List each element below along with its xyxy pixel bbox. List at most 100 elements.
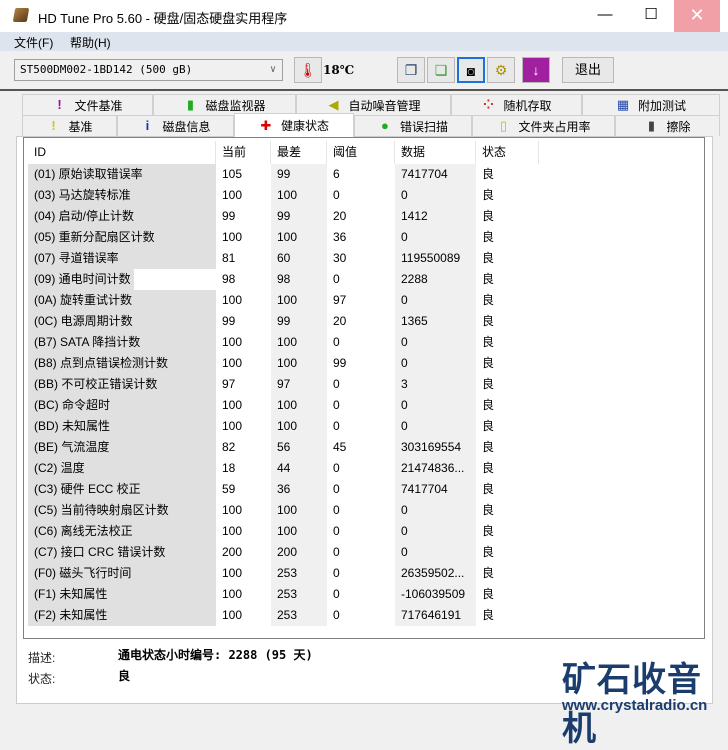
maximize-button[interactable]: ☐ [628,0,674,32]
thermometer-button[interactable]: 🌡 [294,57,322,83]
close-button[interactable]: ✕ [674,0,720,32]
app-icon [12,8,30,22]
trash-icon: ▮ [647,118,656,133]
table-row[interactable]: (BE) 气流温度 82 56 45 303169554 良 [24,437,704,458]
speaker-icon: ◀ [328,97,339,112]
tab-red-cross[interactable]: ✚ 健康状态 [234,113,354,137]
cell-threshold: 99 [333,356,347,370]
copy-text-button[interactable]: ❐ [397,57,425,83]
cell-status: 良 [482,167,495,181]
table-row[interactable]: (03) 马达旋转标准 100 100 0 0 良 [24,185,704,206]
table-row[interactable]: (C3) 硬件 ECC 校正 59 36 0 7417704 良 [24,479,704,500]
cell-current: 100 [222,230,243,244]
cell-current: 100 [222,608,243,622]
tab-folder[interactable]: ▯ 文件夹占用率 [472,115,615,136]
cell-current: 100 [222,503,243,517]
column-header[interactable]: 状态 [476,141,539,164]
cell-current: 98 [222,272,236,286]
cell-current: 82 [222,440,236,454]
cell-threshold: 97 [333,293,347,307]
table-row[interactable]: (0A) 旋转重试计数 100 100 97 0 良 [24,290,704,311]
cell-threshold: 30 [333,251,347,265]
table-row[interactable]: (F2) 未知属性 100 253 0 717646191 良 [24,605,704,626]
tab-trash[interactable]: ▮ 擦除 [615,115,720,136]
save-button[interactable]: ↓ [522,57,550,83]
options-button[interactable]: ⚙ [487,57,515,83]
tab-disk-monitor[interactable]: ▮ 磁盘监视器 [153,94,296,115]
tab-label: 磁盘监视器 [205,98,266,113]
drive-select[interactable]: ST500DM002-1BD142 (500 gB) ∨ [14,59,283,81]
column-header[interactable]: 当前 [216,141,271,164]
cell-status: 良 [482,482,495,496]
menu-file[interactable]: 文件(F) [14,34,53,51]
cell-worst: 99 [271,206,327,227]
cell-data: 0 [395,500,476,521]
cell-status: 良 [482,377,495,391]
table-row[interactable]: (C7) 接口 CRC 错误计数 200 200 0 0 良 [24,542,704,563]
cell-current: 100 [222,398,243,412]
tab-magnifier[interactable]: ● 错误扫描 [354,115,472,136]
cell-current: 100 [222,524,243,538]
cell-threshold: 0 [333,545,340,559]
table-row[interactable]: (04) 启动/停止计数 99 99 20 1412 良 [24,206,704,227]
table-row[interactable]: (C2) 温度 18 44 0 21474836... 良 [24,458,704,479]
cell-threshold: 0 [333,482,340,496]
column-header[interactable]: 阈值 [327,141,395,164]
table-row[interactable]: (01) 原始读取错误率 105 99 6 7417704 良 [24,164,704,185]
smart-table: ID 当前 最差 阈值 数据 状态 (01) 原始读取错误率 105 99 6 7417704 良 (0… [23,137,705,639]
cell-worst: 100 [271,227,327,248]
cell-id: (C3) 硬件 ECC 校正 [28,479,216,500]
cell-status: 良 [482,209,495,223]
tab-speaker[interactable]: ◀ 自动噪音管理 [296,94,451,115]
cell-status: 良 [482,356,495,370]
table-row[interactable]: (BB) 不可校正错误计数 97 97 0 3 良 [24,374,704,395]
tab-info[interactable]: i 磁盘信息 [117,115,234,136]
cell-threshold: 0 [333,335,340,349]
tab-row-top: ! 文件基准 ▮ 磁盘监视器 ◀ 自动噪音管理 ⁘ 随机存取 ▦ 附加测试 [22,94,720,115]
table-row[interactable]: (07) 寻道错误率 81 60 30 119550089 良 [24,248,704,269]
table-row[interactable]: (B7) SATA 降挡计数 100 100 0 0 良 [24,332,704,353]
minimize-button[interactable]: — [582,0,628,32]
cell-status: 良 [482,272,495,286]
table-row[interactable]: (0C) 电源周期计数 99 99 20 1365 良 [24,311,704,332]
exclamation-icon: ! [51,118,56,133]
exit-button[interactable]: 退出 [562,57,614,83]
cell-current: 99 [222,209,236,223]
menu-help[interactable]: 帮助(H) [70,34,111,51]
tab-label: 基准 [68,119,93,134]
cell-status: 良 [482,293,495,307]
table-row[interactable]: (09) 通电时间计数 98 98 0 2288 良 [24,269,704,290]
column-header[interactable]: ID [28,141,216,164]
cell-data: 0 [395,332,476,353]
status-value: 良 [118,669,131,683]
table-row[interactable]: (B8) 点到点错误检测计数 100 100 99 0 良 [24,353,704,374]
table-row[interactable]: (C5) 当前待映射扇区计数 100 100 0 0 良 [24,500,704,521]
tab-label: 文件基准 [74,98,123,113]
screenshot-button[interactable]: ◙ [457,57,485,83]
extra-tests-icon: ▦ [616,97,630,112]
table-row[interactable]: (C6) 离线无法校正 100 100 0 0 良 [24,521,704,542]
cell-data: 0 [395,290,476,311]
window-title: HD Tune Pro 5.60 - 硬盘/固态硬盘实用程序 [38,11,288,26]
table-row[interactable]: (F1) 未知属性 100 253 0 -106039509 良 [24,584,704,605]
table-row[interactable]: (05) 重新分配扇区计数 100 100 36 0 良 [24,227,704,248]
cell-worst: 97 [271,374,327,395]
tab-exclamation[interactable]: ! 基准 [22,115,117,136]
tab-extra-tests[interactable]: ▦ 附加测试 [582,94,720,115]
table-row[interactable]: (F0) 磁头飞行时间 100 253 0 26359502... 良 [24,563,704,584]
tab-random-access[interactable]: ⁘ 随机存取 [451,94,582,115]
cell-data: 7417704 [395,479,476,500]
cell-id: (B7) SATA 降挡计数 [28,332,216,353]
temperature-readout: 18℃ [323,63,355,77]
cell-worst: 100 [271,185,327,206]
table-row[interactable]: (BD) 未知属性 100 100 0 0 良 [24,416,704,437]
column-header[interactable]: 最差 [271,141,327,164]
column-header[interactable]: 数据 [395,141,476,164]
tab-file-benchmark[interactable]: ! 文件基准 [22,94,153,115]
drive-value: ST500DM002-1BD142 (500 gB) [20,63,193,76]
cell-worst: 44 [271,458,327,479]
table-row[interactable]: (BC) 命令超时 100 100 0 0 良 [24,395,704,416]
cell-status: 良 [482,251,495,265]
cell-threshold: 45 [333,440,347,454]
copy-all-button[interactable]: ❏ [427,57,455,83]
